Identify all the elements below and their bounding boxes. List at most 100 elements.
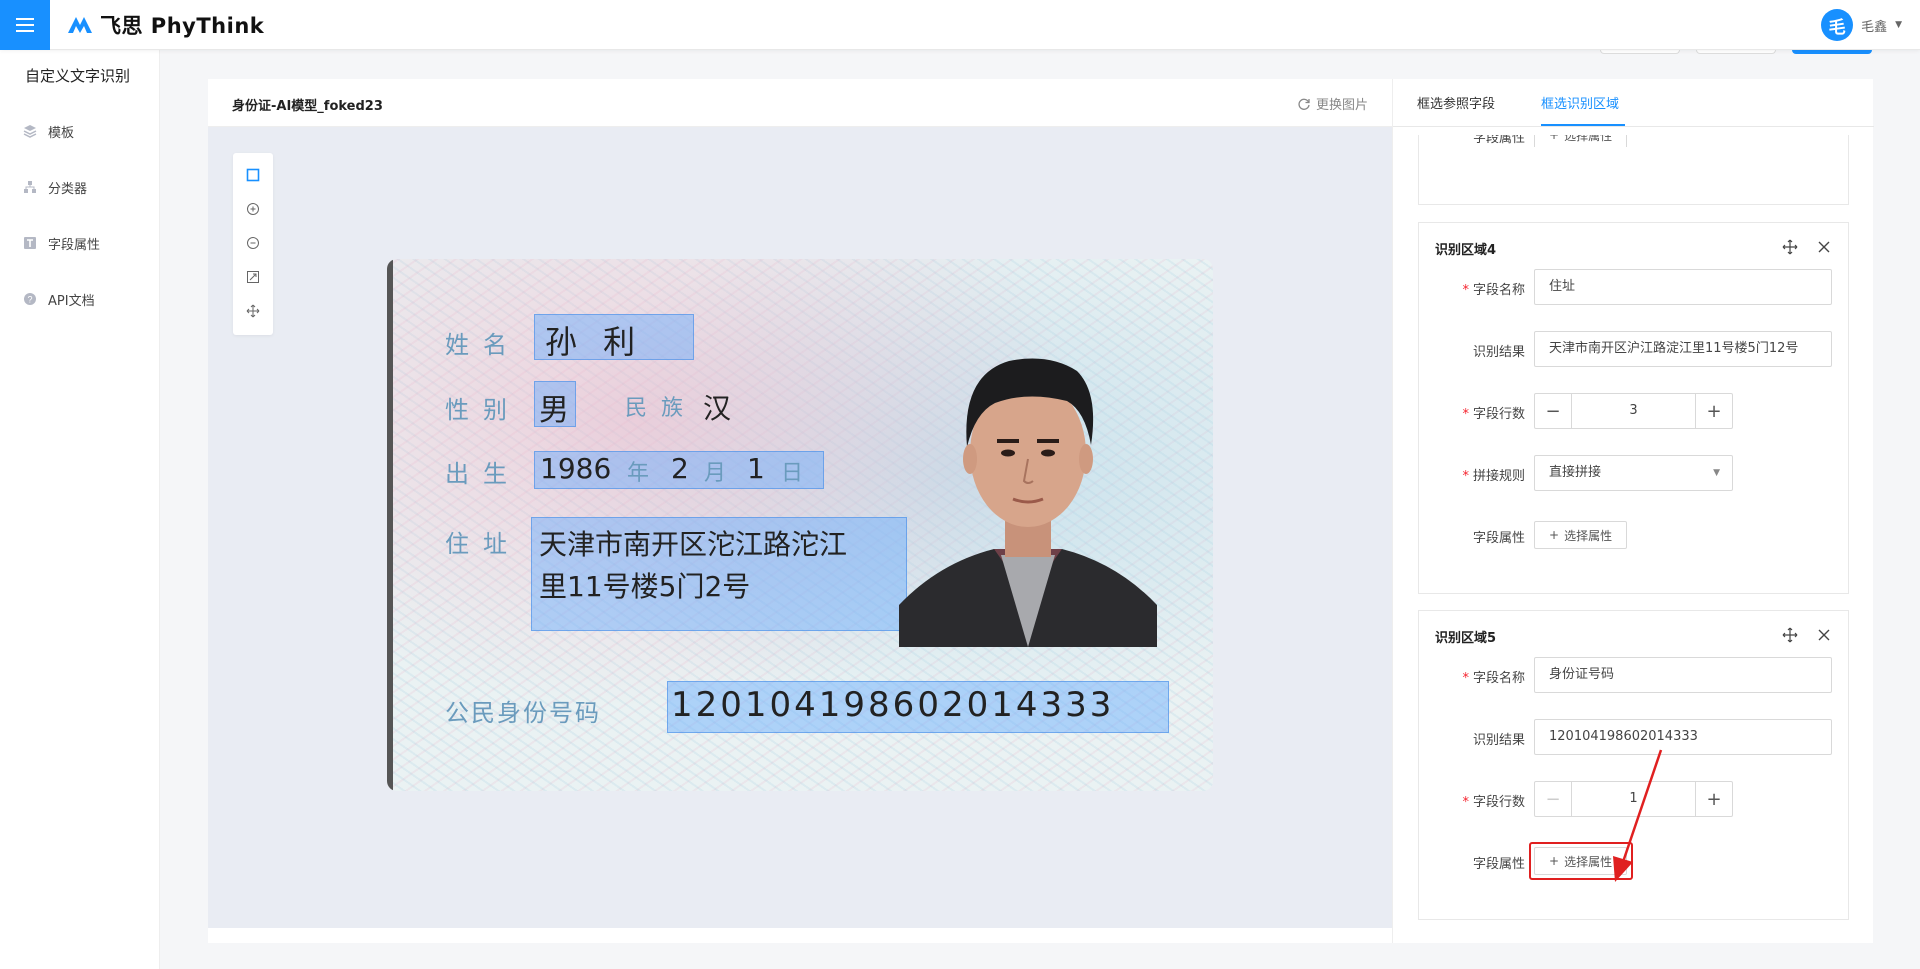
fit-screen-icon (247, 271, 259, 283)
region-card-4: 识别区域4 * 字段名称 住址 识别结果 天津市南开区沪江路淀江里11号楼5门12… (1418, 222, 1849, 594)
sidebar-title: 自定义文字识别 (25, 67, 131, 85)
user-name[interactable]: 毛鑫 (1861, 16, 1887, 35)
card-value-ethnic: 汉 (703, 392, 732, 425)
card-value-name: 孙 利 (545, 323, 644, 361)
move-icon (246, 304, 260, 318)
select-attribute-label: 选择属性 (1564, 528, 1613, 543)
card-address-line2: 里11号楼5门2号 (539, 570, 751, 603)
zoom-in-tool[interactable] (241, 197, 265, 221)
chevron-down-icon: ▼ (1713, 468, 1720, 478)
brand[interactable]: 飞思 PhyThink (66, 10, 264, 40)
card-label-ethnic: 民族 (625, 396, 698, 421)
fit-screen-tool[interactable] (241, 265, 265, 289)
card-address-line1: 天津市南开区沱江路沱江 (539, 528, 848, 561)
top-bar: 飞思 PhyThink 毛 毛鑫 ▼ (0, 0, 1920, 50)
region-4-lines-value[interactable]: 3 (1572, 394, 1695, 428)
region-5-result-input[interactable]: 120104198602014333 (1534, 719, 1832, 755)
region-4-join-select[interactable]: 直接拼接 ▼ (1534, 455, 1733, 491)
zoom-out-tool[interactable] (241, 231, 265, 255)
brand-logo-icon (68, 17, 92, 33)
region-3-attr-label: 字段属性 (1472, 135, 1525, 146)
move-icon[interactable] (1782, 239, 1798, 255)
region-4-title: 识别区域4 (1435, 243, 1497, 258)
card-label-gender: 性别 (445, 396, 521, 424)
sidebar-item-label: 模板 (48, 125, 75, 141)
select-attribute-label: 选择属性 (1564, 135, 1613, 143)
region-5-title: 识别区域5 (1435, 631, 1497, 646)
region-4-lines-stepper[interactable]: − 3 + (1534, 393, 1733, 429)
tab-recognition-regions[interactable]: 框选识别区域 (1541, 93, 1619, 112)
id-card-image: 姓名 孙 利 性别 男 民族 汉 出生 1986 年 2 月 1 日 住址 天津… (387, 259, 1213, 791)
move-icon[interactable] (1782, 627, 1798, 643)
rect-select-tool[interactable] (241, 163, 265, 187)
minus-icon[interactable]: − (1535, 394, 1572, 428)
region-4-result-input[interactable]: 天津市南开区沪江路淀江里11号楼5门12号 (1534, 331, 1832, 367)
sidebar: 自定义文字识别 模板 分类器 字段属性 ? API文档 (0, 50, 160, 969)
sidebar-item-label: API文档 (48, 293, 95, 309)
layers-icon (22, 123, 38, 139)
sidebar-item-field-attributes[interactable]: 字段属性 (22, 232, 100, 254)
sidebar-item-api-docs[interactable]: ? API文档 (22, 288, 95, 310)
region-4-join-value: 直接拼接 (1549, 465, 1602, 480)
sidebar-item-classifier[interactable]: 分类器 (22, 176, 87, 198)
panel-tabs: 框选参照字段 框选识别区域 (1393, 79, 1874, 127)
card-label-name: 姓名 (445, 331, 521, 359)
change-image-label: 更换图片 (1315, 98, 1368, 113)
plus-icon[interactable]: + (1695, 394, 1732, 428)
card-birth-month: 2 (671, 452, 689, 485)
active-tab-indicator (1541, 124, 1625, 126)
text-field-icon (22, 235, 38, 251)
card-birth-day: 1 (747, 452, 765, 485)
hamburger-icon (16, 18, 34, 32)
zoom-out-icon (247, 237, 259, 249)
user-menu[interactable]: 毛 毛鑫 ▼ (1821, 9, 1902, 41)
help-icon: ? (22, 291, 38, 307)
region-3-select-attribute-button[interactable]: + 选择属性 (1534, 135, 1628, 147)
region-4-field-name-label: * 字段名称 (1462, 283, 1525, 298)
region-4-select-attribute-button[interactable]: + 选择属性 (1534, 521, 1628, 549)
minus-icon[interactable]: − (1535, 782, 1572, 816)
plus-icon[interactable]: + (1695, 782, 1732, 816)
menu-button[interactable] (0, 0, 50, 50)
pan-tool[interactable] (241, 299, 265, 323)
square-icon (246, 168, 260, 182)
svg-text:?: ? (27, 295, 32, 305)
region-card-3: 字段属性 + 选择属性 (1418, 135, 1849, 205)
right-panel: 框选参照字段 框选识别区域 字段属性 + 选择属性 识别区域4 * 字段名称 住址… (1392, 79, 1874, 943)
card-birth-year: 1986 (540, 452, 612, 485)
document-title: 身份证-AI模型_foked23 (232, 99, 383, 114)
plus-icon: + (1549, 528, 1560, 542)
region-4-join-label: * 拼接规则 (1462, 469, 1525, 484)
region-3-cut-row: 字段属性 + 选择属性 (1419, 135, 1850, 147)
canvas-header: 身份证-AI模型_foked23 更换图片 (208, 79, 1392, 127)
zoom-in-icon (247, 203, 259, 215)
region-5-field-name-input[interactable]: 身份证号码 (1534, 657, 1832, 693)
sidebar-item-templates[interactable]: 模板 (22, 120, 74, 142)
card-label-id: 公民身份号码 (445, 699, 601, 727)
region-4-attr-label: 字段属性 (1472, 531, 1525, 546)
card-value-gender: 男 (539, 393, 569, 428)
sidebar-item-label: 字段属性 (48, 237, 101, 253)
card-label-birth: 出生 (445, 460, 521, 488)
card-label-address: 住址 (445, 530, 521, 558)
region-4-field-name-input[interactable]: 住址 (1534, 269, 1832, 305)
tab-reference-fields[interactable]: 框选参照字段 (1417, 93, 1495, 112)
sidebar-item-label: 分类器 (48, 181, 88, 197)
avatar[interactable]: 毛 (1821, 9, 1854, 41)
canvas-toolbox (233, 153, 273, 335)
card-birth-month-unit: 月 (704, 461, 727, 486)
close-icon[interactable] (1816, 627, 1832, 643)
region-4-result-label: 识别结果 (1472, 345, 1525, 360)
annotation-arrow-icon (1613, 749, 1663, 882)
image-canvas[interactable]: 姓名 孙 利 性别 男 民族 汉 出生 1986 年 2 月 1 日 住址 天津… (208, 127, 1392, 928)
close-icon[interactable] (1816, 239, 1832, 255)
card-value-id: 120104198602014333 (671, 685, 1115, 725)
change-image-link[interactable]: 更换图片 (1297, 94, 1368, 113)
portrait-photo (899, 358, 1157, 647)
region-5-attr-label: 字段属性 (1472, 857, 1525, 872)
chevron-down-icon: ▼ (1895, 20, 1902, 30)
plus-icon: + (1549, 135, 1560, 142)
hierarchy-icon (22, 179, 38, 195)
brand-name: 飞思 PhyThink (100, 14, 265, 38)
region-5-result-label: 识别结果 (1472, 733, 1525, 748)
